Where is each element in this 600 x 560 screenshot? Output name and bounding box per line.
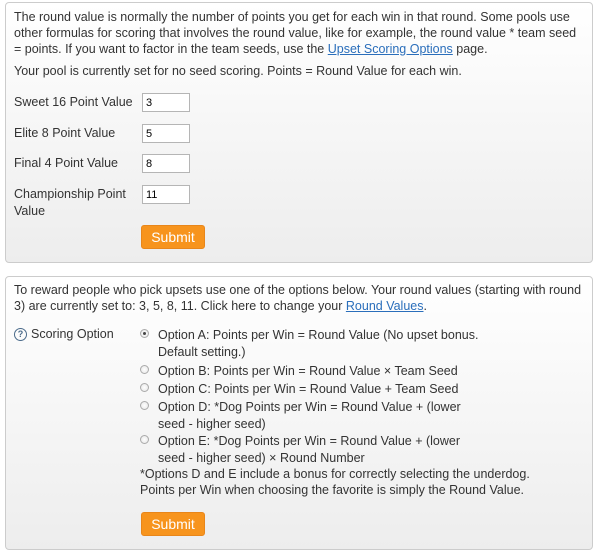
- final4-input[interactable]: [142, 154, 190, 173]
- option-c[interactable]: Option C: Points per Win = Round Value +…: [140, 381, 480, 398]
- option-a-radio[interactable]: [140, 329, 149, 338]
- option-e[interactable]: Option E: *Dog Points per Win = Round Va…: [140, 433, 480, 467]
- upset-scoring-options-link[interactable]: Upset Scoring Options: [328, 42, 453, 56]
- footnote-line2: Points per Win when choosing the favorit…: [140, 483, 524, 497]
- final4-label: Final 4 Point Value: [14, 156, 118, 170]
- option-e-radio[interactable]: [140, 435, 149, 444]
- round-values-link[interactable]: Round Values: [346, 299, 424, 313]
- upset-submit-button[interactable]: Submit: [141, 512, 205, 536]
- championship-input[interactable]: [142, 185, 190, 204]
- upset-scoring-panel: To reward people who pick upsets use one…: [5, 276, 593, 550]
- sweet16-label: Sweet 16 Point Value: [14, 95, 133, 109]
- option-b-radio[interactable]: [140, 365, 149, 374]
- scoring-option-label: ? Scoring Option: [14, 327, 114, 341]
- current-setting-text: Your pool is currently set for no seed s…: [14, 64, 462, 78]
- round-value-intro: The round value is normally the number o…: [14, 10, 577, 56]
- elite8-label: Elite 8 Point Value: [14, 126, 116, 140]
- footnote-line1: *Options D and E include a bonus for cor…: [140, 467, 530, 481]
- option-d[interactable]: Option D: *Dog Points per Win = Round Va…: [140, 399, 480, 433]
- option-a[interactable]: Option A: Points per Win = Round Value (…: [140, 327, 480, 361]
- option-c-radio[interactable]: [140, 383, 149, 392]
- round-values-submit-button[interactable]: Submit: [141, 225, 205, 249]
- upset-intro: To reward people who pick upsets use one…: [14, 283, 582, 313]
- championship-label: Championship Point Value: [14, 187, 126, 218]
- option-d-radio[interactable]: [140, 401, 149, 410]
- help-icon[interactable]: ?: [14, 327, 27, 341]
- round-values-panel: The round value is normally the number o…: [5, 2, 593, 263]
- elite8-input[interactable]: [142, 124, 190, 143]
- sweet16-input[interactable]: [142, 93, 190, 112]
- option-b[interactable]: Option B: Points per Win = Round Value ×…: [140, 363, 480, 380]
